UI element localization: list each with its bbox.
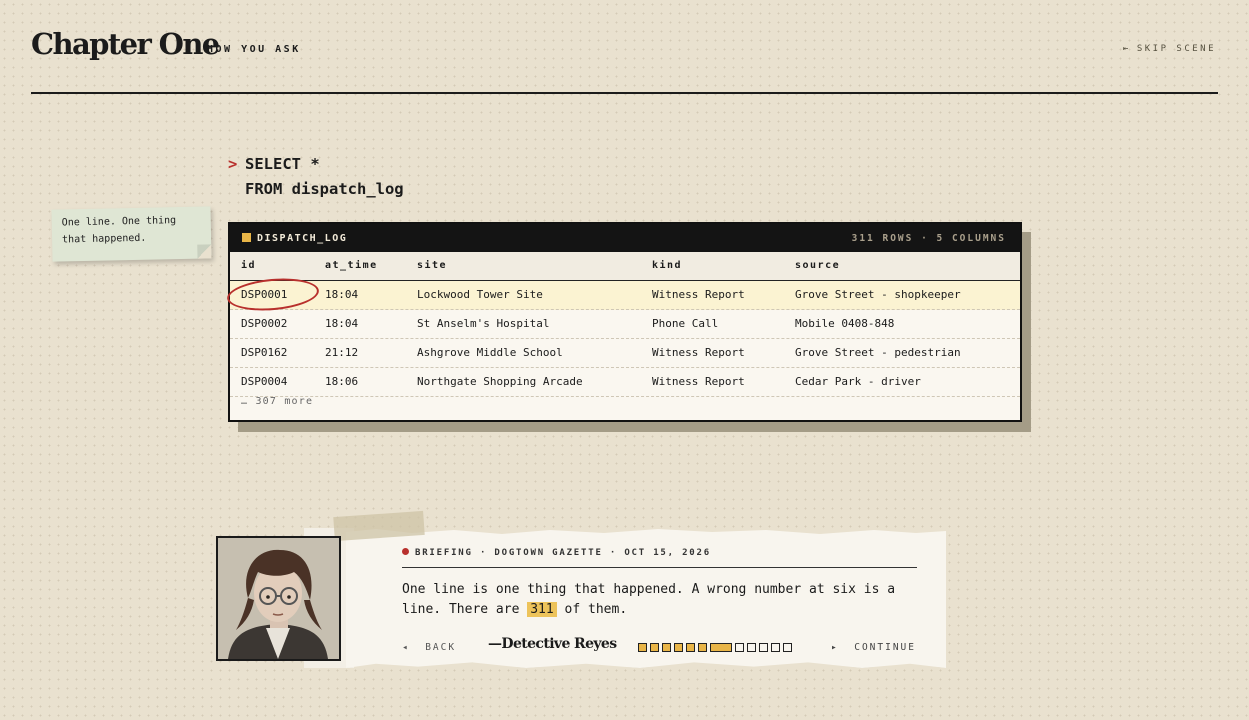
separator: · [609,548,618,558]
briefing-meta: BRIEFING · DOGTOWN GAZETTE · OCT 15, 202… [402,548,711,558]
table-cell: Witness Report [652,346,745,359]
table-row[interactable]: DSP0001 18:04 Lockwood Tower Site Witnes… [225,275,1020,314]
back-label: BACK [425,642,457,653]
chapter-title: Chapter One [31,27,220,61]
table-name: DISPATCH_LOG [242,233,347,244]
briefing-text: One line is one thing that happened. A w… [402,580,922,620]
table-cell: 21:12 [325,346,359,359]
table-cell: Ashgrove Middle School [417,346,563,359]
table-cell: 18:04 [325,317,359,330]
briefing-date: OCT 15, 2026 [624,548,711,558]
more-rows-label: … 307 more [241,396,314,407]
skip-scene-button[interactable]: ⇤ SKIP SCENE [1123,44,1216,54]
prompt-icon: > [228,155,238,173]
table-cell: Lockwood Tower Site [417,288,543,301]
briefing-source: DOGTOWN GAZETTE [494,548,603,558]
dispatch-log-table: DISPATCH_LOG 311 ROWS · 5 COLUMNS id at_… [225,222,1022,422]
red-dot-icon [402,548,409,555]
progress-step [674,643,683,652]
continue-button[interactable]: ▸ CONTINUE [831,642,916,653]
divider [402,567,917,568]
chapter-subtitle: HOW YOU ASK [207,44,301,55]
sticky-note-text: One line. One thing that happened. [61,215,177,246]
table-row[interactable]: DSP0004 18:06 Northgate Shopping Arcade … [230,368,1020,397]
column-header-at-time: at_time [325,260,378,271]
table-cell: DSP0002 [241,317,288,330]
continue-label: CONTINUE [854,642,916,653]
column-header-row: id at_time site kind source [230,252,1020,281]
progress-step [747,643,756,652]
detective-portrait [216,536,341,661]
table-cell: Mobile 0408-848 [795,317,895,330]
table-cell: 18:06 [325,375,359,388]
portrait-illustration [218,538,339,659]
progress-indicator [638,643,792,652]
continue-arrow-icon: ▸ [831,642,839,653]
back-arrow-icon: ◂ [402,642,410,653]
signature: —Detective Reyes [488,636,617,652]
table-square-icon [242,233,251,242]
progress-step [771,643,780,652]
table-cell: Northgate Shopping Arcade [417,375,583,388]
skip-back-arrow-icon: ⇤ [1122,44,1131,54]
column-header-site: site [417,260,448,271]
table-cell: Grove Street - shopkeeper [795,288,961,301]
progress-step [783,643,792,652]
progress-step [698,643,707,652]
table-cell: Cedar Park - driver [795,375,921,388]
table-row[interactable]: DSP0162 21:12 Ashgrove Middle School Wit… [230,339,1020,368]
table-cell: St Anselm's Hospital [417,317,550,330]
table-cell: Witness Report [652,375,745,388]
table-meta: 311 ROWS · 5 COLUMNS [851,233,1006,244]
back-button[interactable]: ◂ BACK [402,642,456,653]
progress-step [759,643,768,652]
briefing-text-part: One line is one thing that happened. A w… [402,582,896,617]
table-cell: DSP0004 [241,375,288,388]
table-cell: DSP0162 [241,346,288,359]
query-line-1: SELECT * [245,155,320,173]
column-header-id: id [241,260,257,271]
table-cell: Witness Report [652,288,745,301]
progress-step [735,643,744,652]
table-row[interactable]: DSP0002 18:04 St Anselm's Hospital Phone… [230,310,1020,339]
briefing-label: BRIEFING [415,548,473,558]
sticky-note: One line. One thing that happened. [51,206,212,262]
progress-step [650,643,659,652]
briefing-text-part: of them. [556,602,628,617]
table-cell: 18:04 [325,288,359,301]
table-cell: DSP0001 [241,288,288,301]
table-header: DISPATCH_LOG 311 ROWS · 5 COLUMNS [230,224,1020,252]
progress-step [662,643,671,652]
column-header-source: source [795,260,841,271]
separator: · [479,548,488,558]
table-name-label: DISPATCH_LOG [257,233,348,244]
highlighted-count: 311 [527,602,557,617]
table-cell: Grove Street - pedestrian [795,346,961,359]
query-line-2: FROM dispatch_log [245,180,404,198]
briefing-card: BRIEFING · DOGTOWN GAZETTE · OCT 15, 202… [346,529,946,668]
progress-step-current [710,643,732,652]
column-header-kind: kind [652,260,683,271]
progress-step [686,643,695,652]
progress-step [638,643,647,652]
table-cell: Phone Call [652,317,719,330]
skip-scene-label: SKIP SCENE [1136,44,1216,54]
sql-query: > SELECT * FROM dispatch_log [228,152,404,202]
chapter-header: Chapter One HOW YOU ASK ⇤ SKIP SCENE [31,26,1218,94]
